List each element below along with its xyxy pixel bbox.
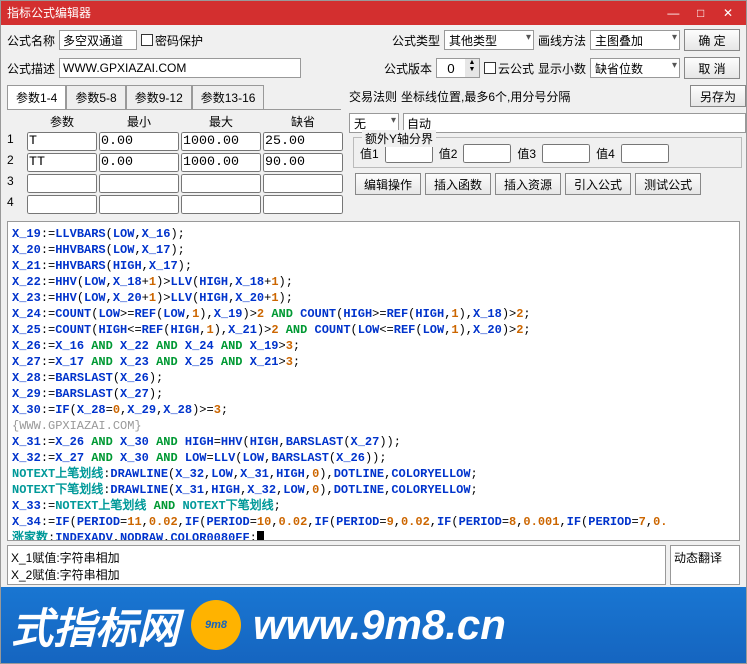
window-controls: — □ ✕ (661, 1, 740, 25)
label-desc: 公式描述 (7, 60, 55, 77)
test-button[interactable]: 测试公式 (635, 173, 701, 195)
close-icon[interactable]: ✕ (716, 1, 740, 25)
impf-button[interactable]: 引入公式 (565, 173, 631, 195)
param-tabs: 参数1-4 参数5-8 参数9-12 参数13-16 (7, 85, 341, 110)
p2-def[interactable] (263, 153, 343, 172)
hdr-min: 最小 (99, 113, 179, 130)
p1-min[interactable] (99, 132, 179, 151)
maximize-icon[interactable]: □ (689, 1, 713, 25)
p3-name[interactable] (27, 174, 97, 193)
p2-max[interactable] (181, 153, 261, 172)
code-editor[interactable]: X_19:=LLVBARS(LOW,X_16); X_20:=HHVBARS(L… (7, 221, 740, 541)
desc-input[interactable] (59, 58, 301, 78)
formula-name-input[interactable] (59, 30, 137, 50)
v3-input[interactable] (542, 144, 590, 163)
hdr-max: 最大 (181, 113, 261, 130)
watermark-logo-icon: 9m8 (191, 600, 241, 650)
label-ruledesc: 坐标线位置,最多6个,用分号分隔 (401, 88, 686, 105)
tab-params-5-8[interactable]: 参数5-8 (66, 85, 125, 109)
label-draw: 画线方法 (538, 32, 586, 49)
version-spinner[interactable]: ▲▼ (436, 58, 480, 78)
pwd-checkbox[interactable]: 密码保护 (141, 32, 203, 49)
v2-input[interactable] (463, 144, 511, 163)
label-ver: 公式版本 (384, 60, 432, 77)
hdr-def: 缺省 (263, 113, 343, 130)
p1-def[interactable] (263, 132, 343, 151)
p4-min[interactable] (99, 195, 179, 214)
cloud-checkbox[interactable]: 云公式 (484, 60, 534, 77)
tab-params-13-16[interactable]: 参数13-16 (192, 85, 265, 109)
label-rule: 交易法则 (349, 88, 397, 105)
p1-name[interactable] (27, 132, 97, 151)
cancel-button[interactable]: 取 消 (684, 57, 740, 79)
v4-input[interactable] (621, 144, 669, 163)
p3-min[interactable] (99, 174, 179, 193)
p4-def[interactable] (263, 195, 343, 214)
tab-params-9-12[interactable]: 参数9-12 (126, 85, 192, 109)
p4-max[interactable] (181, 195, 261, 214)
tab-params-1-4[interactable]: 参数1-4 (7, 85, 66, 109)
p2-name[interactable] (27, 153, 97, 172)
watermark-banner: 式指标网 9m8 www.9m8.cn (1, 587, 746, 663)
insres-button[interactable]: 插入资源 (495, 173, 561, 195)
ok-button[interactable]: 确 定 (684, 29, 740, 51)
translate-button[interactable]: 动态翻译 (670, 545, 740, 585)
label-type: 公式类型 (392, 32, 440, 49)
dec-select[interactable]: 缺省位数 (590, 58, 680, 78)
title-bar: 指标公式编辑器 — □ ✕ (1, 1, 746, 25)
param-grid: 参数 最小 最大 缺省 1 2 3 4 (1, 110, 341, 217)
hdr-name: 参数 (27, 113, 97, 130)
edit-button[interactable]: 编辑操作 (355, 173, 421, 195)
window-title: 指标公式编辑器 (7, 1, 91, 25)
p3-max[interactable] (181, 174, 261, 193)
translation-output: X_1赋值:字符串相加 X_2赋值:字符串相加 (7, 545, 666, 585)
extra-y-fieldset: 额外Y轴分界 值1 值2 值3 值4 (353, 137, 742, 168)
insfn-button[interactable]: 插入函数 (425, 173, 491, 195)
p4-name[interactable] (27, 195, 97, 214)
label-dec: 显示小数 (538, 60, 586, 77)
rule-input[interactable] (403, 113, 746, 133)
p2-min[interactable] (99, 153, 179, 172)
saveas-button[interactable]: 另存为 (690, 85, 746, 107)
p3-def[interactable] (263, 174, 343, 193)
p1-max[interactable] (181, 132, 261, 151)
type-select[interactable]: 其他类型 (444, 30, 534, 50)
draw-select[interactable]: 主图叠加 (590, 30, 680, 50)
label-name: 公式名称 (7, 32, 55, 49)
minimize-icon[interactable]: — (661, 1, 685, 25)
